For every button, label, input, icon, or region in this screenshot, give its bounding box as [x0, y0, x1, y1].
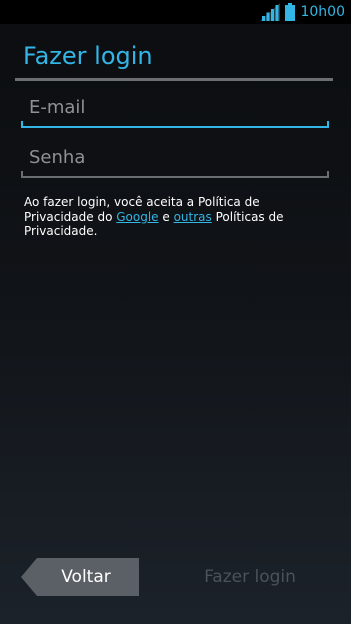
password-field[interactable]	[21, 142, 329, 178]
page-title: Fazer login	[23, 42, 153, 70]
status-icons: 10h00	[260, 3, 345, 21]
password-input[interactable]	[21, 142, 329, 172]
status-bar: 10h00	[0, 0, 351, 24]
password-underline	[21, 176, 329, 178]
legal-text-middle: e	[158, 209, 174, 224]
email-underline-tick-left	[21, 121, 23, 128]
login-button[interactable]: Fazer login	[180, 558, 320, 596]
legal-text: Ao fazer login, você aceita a Política d…	[24, 195, 324, 239]
title-divider	[15, 78, 333, 81]
email-underline-tick-right	[327, 121, 329, 128]
email-field[interactable]	[21, 92, 329, 128]
email-underline	[21, 126, 329, 128]
email-input[interactable]	[21, 92, 329, 122]
other-policies-link[interactable]: outras	[174, 210, 212, 224]
back-button-label: Voltar	[61, 567, 111, 587]
status-time: 10h00	[300, 4, 345, 20]
password-underline-tick-left	[21, 171, 23, 178]
battery-icon	[285, 3, 296, 21]
signal-icon	[260, 3, 281, 21]
back-button[interactable]: Voltar	[21, 558, 139, 596]
password-underline-tick-right	[327, 171, 329, 178]
google-privacy-link[interactable]: Google	[116, 210, 158, 224]
